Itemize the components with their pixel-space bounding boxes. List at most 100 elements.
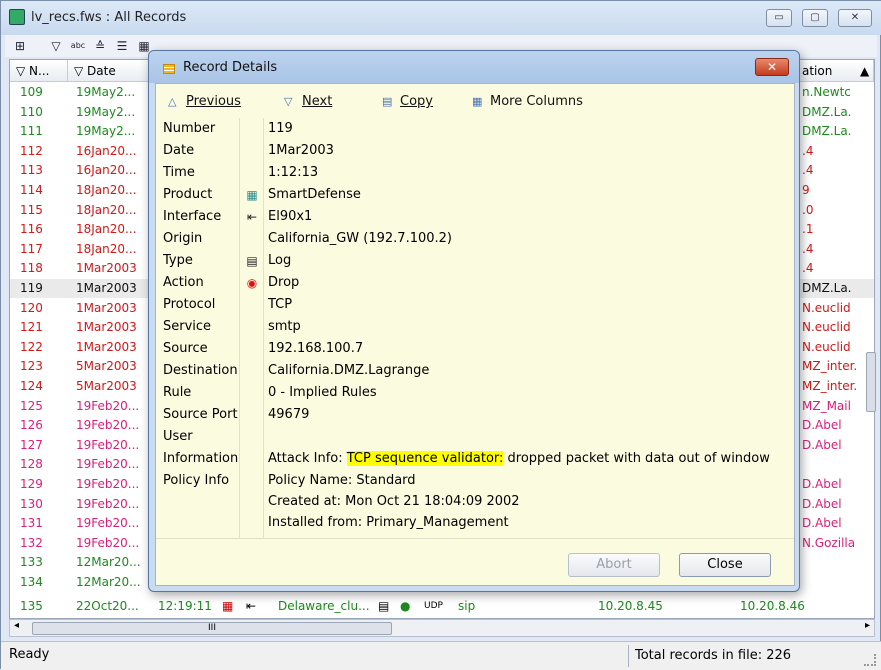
row-destination: .4 [802, 241, 814, 256]
row-number: 128 [20, 457, 43, 472]
detail-label: Information [163, 451, 239, 466]
log-icon: ▤ [378, 599, 390, 613]
scroll-right-icon[interactable]: ▸ [865, 620, 870, 631]
detail-row[interactable]: Service smtp [156, 316, 794, 338]
horizontal-scrollbar[interactable]: ◂ III ▸ [9, 619, 875, 637]
dialog-close-button[interactable]: ✕ [755, 58, 789, 76]
resize-grip-icon[interactable] [864, 654, 876, 666]
detail-row[interactable]: Interface ⇤ El90x1 [156, 206, 794, 228]
record-count: Total records in file: 226 [628, 645, 858, 667]
next-label: Next [302, 94, 333, 109]
copy-label: Copy [400, 94, 433, 109]
row-date: 1Mar2003 [76, 281, 137, 295]
detail-row[interactable]: Type ▤ Log [156, 250, 794, 272]
information-prefix: Attack Info: [268, 451, 347, 466]
vertical-scrollbar[interactable] [866, 82, 876, 618]
detail-row[interactable]: Origin California_GW (192.7.100.2) [156, 228, 794, 250]
next-button[interactable]: ▽ Next [284, 93, 332, 111]
row-date: 1Mar2003 [76, 339, 137, 354]
detail-label: User [163, 429, 193, 444]
detail-value: California.DMZ.Lagrange [268, 363, 430, 378]
detail-value: 1Mar2003 [268, 143, 334, 158]
row-number: 120 [20, 300, 43, 315]
copy-button[interactable]: ▤ Copy [382, 93, 433, 111]
row-number: 134 [20, 575, 43, 589]
table-row[interactable]: 135 22Oct20... 12:19:11 ▦ ⇤ Delaware_clu… [10, 597, 874, 616]
detail-label: Policy Info [163, 473, 230, 488]
detail-value: SmartDefense [268, 187, 361, 202]
detail-row[interactable]: Rule 0 - Implied Rules [156, 382, 794, 404]
row-date: 1Mar2003 [76, 320, 137, 335]
vertical-scroll-thumb[interactable] [866, 352, 876, 412]
firewall-icon: ▦ [222, 599, 234, 613]
abort-button[interactable]: Abort [568, 553, 660, 577]
minimize-button[interactable]: ▭ [766, 9, 792, 27]
detail-value: 0 - Implied Rules [268, 385, 377, 400]
row-number: 115 [20, 202, 43, 217]
maximize-button[interactable]: ▢ [802, 9, 828, 27]
row-number: 124 [20, 379, 43, 393]
row-number: 135 [20, 599, 43, 613]
row-destination: N.euclid [802, 339, 851, 354]
row-number: 131 [20, 516, 43, 531]
column-header-number[interactable]: ▽ N... [10, 60, 68, 82]
detail-row[interactable]: Date 1Mar2003 [156, 140, 794, 162]
grid-icon[interactable]: ⊞ [11, 37, 29, 55]
detail-row-policy[interactable]: Policy Info Policy Name: Standard Create… [156, 470, 794, 530]
row-number: 116 [20, 222, 43, 237]
detail-row-information[interactable]: Information Attack Info: TCP sequence va… [156, 448, 794, 470]
row-destination: .1 [802, 222, 814, 237]
detail-row[interactable]: User [156, 426, 794, 448]
scroll-left-icon[interactable]: ◂ [14, 620, 19, 631]
row-destination: N.Gozilla [802, 535, 856, 550]
detail-label: Protocol [163, 297, 216, 312]
detail-row[interactable]: Product ▦ SmartDefense [156, 184, 794, 206]
close-button[interactable]: ✕ [838, 9, 872, 27]
detail-row[interactable]: Number 119 [156, 118, 794, 140]
row-destination: MZ_Mail [802, 398, 851, 413]
column-header-date[interactable]: ▽ Date [68, 60, 150, 82]
find-icon[interactable]: ≙ [91, 37, 109, 55]
column-header-destination-label: ation [802, 64, 833, 78]
row-destination: DMZ.La. [802, 104, 852, 119]
abc-icon[interactable]: abc [69, 37, 87, 55]
row-number: 129 [20, 477, 43, 491]
copy-icon: ▤ [382, 95, 393, 108]
row-date: 22Oct20... [76, 599, 139, 613]
scroll-up-icon[interactable]: ▲ [856, 60, 874, 82]
detail-row[interactable]: Time 1:12:13 [156, 162, 794, 184]
row-number: 123 [20, 359, 43, 374]
row-date: 18Jan20... [76, 241, 137, 256]
detail-row[interactable]: Source 192.168.100.7 [156, 338, 794, 360]
detail-row[interactable]: Action ◉ Drop [156, 272, 794, 294]
row-date: 19Feb20... [76, 418, 140, 433]
filter-icon[interactable]: ▽ [47, 37, 65, 55]
horizontal-scroll-thumb[interactable]: III [32, 622, 392, 635]
detail-value: California_GW (192.7.100.2) [268, 231, 452, 246]
row-date: 19Feb20... [76, 457, 140, 472]
detail-value: El90x1 [268, 209, 313, 224]
row-destination: DMZ.La. [802, 124, 852, 139]
previous-icon: △ [168, 95, 177, 108]
status-text: Ready [9, 647, 50, 662]
row-number: 122 [20, 339, 43, 354]
previous-button[interactable]: △ Previous [168, 93, 241, 111]
log-icon: ▤ [246, 254, 258, 268]
policy-line: Policy Name: Standard [268, 473, 416, 488]
row-date: 1Mar2003 [76, 261, 137, 276]
row-destination: D.Abel [802, 496, 842, 511]
row-destination: D.Abel [802, 418, 842, 433]
row-number: 125 [20, 398, 43, 413]
row-destination: MZ_inter. [802, 359, 858, 374]
detail-row[interactable]: Destination California.DMZ.Lagrange [156, 360, 794, 382]
record-details-dialog: Record Details ✕ △ Previous ▽ Next ▤ Copy ▦… [148, 50, 800, 592]
detail-row[interactable]: Source Port 49679 [156, 404, 794, 426]
detail-row[interactable]: Protocol TCP [156, 294, 794, 316]
more-columns-button[interactable]: ▦ More Columns [472, 93, 583, 111]
list-icon[interactable]: ☰ [113, 37, 131, 55]
row-destination: D.Abel [802, 477, 842, 491]
dialog-close-footer-button[interactable]: Close [679, 553, 771, 577]
detail-label: Number [163, 121, 216, 136]
detail-label: Source [163, 341, 208, 356]
row-number: 112 [20, 143, 43, 158]
